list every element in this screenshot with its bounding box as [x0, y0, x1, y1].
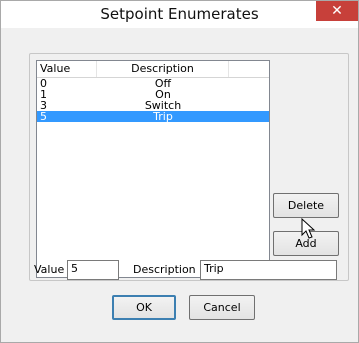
value-label: Value: [34, 263, 65, 276]
description-field[interactable]: Trip: [200, 260, 337, 280]
value-field[interactable]: 5: [67, 260, 119, 280]
list-row[interactable]: 0 Off: [37, 78, 269, 89]
close-button[interactable]: ✕: [316, 1, 358, 21]
row-description: Trip: [153, 110, 173, 123]
title-bar[interactable]: Setpoint Enumerates ✕: [1, 1, 358, 28]
dialog-body: Value Description 0 Off 1 On 3 Switch 5 …: [1, 28, 358, 342]
delete-button[interactable]: Delete: [273, 193, 339, 218]
description-label: Description: [133, 263, 196, 276]
enumerates-list[interactable]: Value Description 0 Off 1 On 3 Switch 5 …: [36, 60, 270, 278]
close-icon: ✕: [331, 3, 343, 19]
window-title: Setpoint Enumerates: [100, 5, 259, 23]
ok-button[interactable]: OK: [112, 295, 176, 320]
column-header-description[interactable]: Description: [97, 61, 229, 77]
column-header-value[interactable]: Value: [37, 61, 97, 77]
arrow-cursor-icon: [301, 218, 316, 239]
cancel-button[interactable]: Cancel: [189, 295, 255, 320]
row-value: 5: [40, 110, 47, 123]
list-header: Value Description: [37, 61, 269, 78]
dialog-window: Setpoint Enumerates ✕ Value Description …: [0, 0, 359, 343]
list-row-selected[interactable]: 5 Trip: [37, 111, 269, 122]
